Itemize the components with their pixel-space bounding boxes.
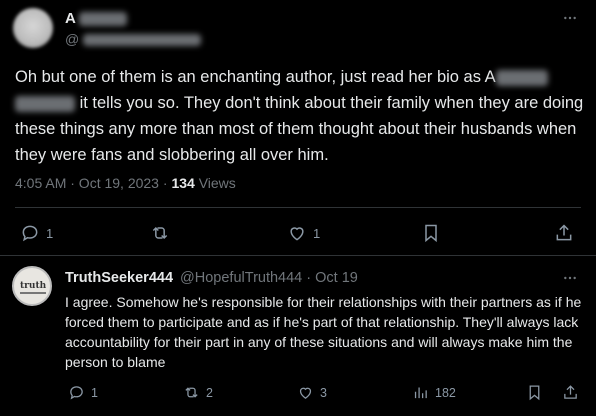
- timestamp[interactable]: 4:05 AM · Oct 19, 2023: [15, 175, 159, 191]
- reply-body: I agree. Somehow he's responsible for th…: [65, 294, 582, 370]
- reply-icon: [70, 386, 83, 400]
- like-button[interactable]: 1: [287, 223, 320, 243]
- heart-icon: [290, 227, 304, 241]
- reply-author-name[interactable]: TruthSeeker444: [65, 270, 173, 286]
- meta-separator: ·: [162, 175, 168, 191]
- reply-views-button[interactable]: 182: [412, 384, 456, 401]
- reply-reply-button[interactable]: 1: [68, 384, 98, 401]
- reply-count: 1: [46, 225, 54, 241]
- reply-handle-date[interactable]: @HopefulTruth444 · Oct 19: [180, 270, 358, 286]
- redacted-author-name-2: [15, 95, 75, 112]
- avatar-logo-line: [20, 292, 46, 294]
- more-options-icon[interactable]: [562, 10, 578, 26]
- reply-share-button[interactable]: [562, 384, 579, 401]
- redacted-handle: [83, 34, 202, 47]
- section-divider: [0, 255, 596, 256]
- retweet-button[interactable]: [150, 223, 170, 243]
- tweet-meta: 4:05 AM · Oct 19, 2023 · 134 Views: [15, 175, 236, 191]
- reply-more-options-icon[interactable]: [562, 270, 578, 286]
- share-icon: [564, 385, 577, 399]
- heart-icon: [299, 387, 312, 399]
- reply-like-count: 3: [320, 385, 327, 400]
- tweet-text-part-1: Oh but one of them is an enchanting auth…: [15, 68, 496, 86]
- reply-like-button[interactable]: 3: [297, 384, 327, 401]
- reply-action-bar: 1 2 3 182: [0, 380, 596, 408]
- share-button[interactable]: [554, 223, 574, 243]
- retweet-icon: [152, 226, 168, 240]
- redacted-name: [79, 12, 128, 27]
- retweet-icon: [185, 387, 198, 398]
- author-name[interactable]: A: [65, 10, 128, 27]
- like-count: 1: [313, 225, 321, 241]
- reply-reply-count: 1: [91, 385, 98, 400]
- redacted-author-name: [495, 69, 548, 86]
- views-count: 134: [171, 175, 195, 191]
- views-chart-icon: [414, 387, 427, 399]
- reply-header: TruthSeeker444 @HopefulTruth444 · Oct 19: [65, 270, 358, 286]
- reply-retweet-button[interactable]: 2: [183, 384, 213, 401]
- author-handle[interactable]: @: [65, 31, 202, 47]
- divider: [15, 207, 581, 208]
- reply-button[interactable]: 1: [20, 223, 53, 243]
- reply-views-count: 182: [435, 385, 456, 400]
- avatar-logo-text: truth: [20, 281, 47, 291]
- reply-avatar[interactable]: truth: [12, 266, 52, 306]
- avatar[interactable]: [13, 8, 53, 48]
- share-icon: [556, 224, 572, 241]
- bookmark-icon: [425, 224, 437, 243]
- tweet-text-part-2: it tells you so. They don't think about …: [15, 94, 584, 164]
- main-tweet: A @ Oh but one of them is an enchanting …: [0, 0, 596, 255]
- author-handle-visible: @: [65, 31, 80, 47]
- reply-icon: [22, 225, 38, 242]
- views-label: Views: [198, 175, 236, 191]
- action-bar: 1 1: [0, 215, 596, 255]
- tweet-body: Oh but one of them is an enchanting auth…: [15, 64, 585, 168]
- reply-bookmark-button[interactable]: [526, 384, 543, 401]
- bookmark-button[interactable]: [421, 223, 441, 243]
- author-name-visible: A: [65, 10, 76, 27]
- bookmark-icon: [529, 385, 540, 401]
- reply-retweet-count: 2: [206, 385, 213, 400]
